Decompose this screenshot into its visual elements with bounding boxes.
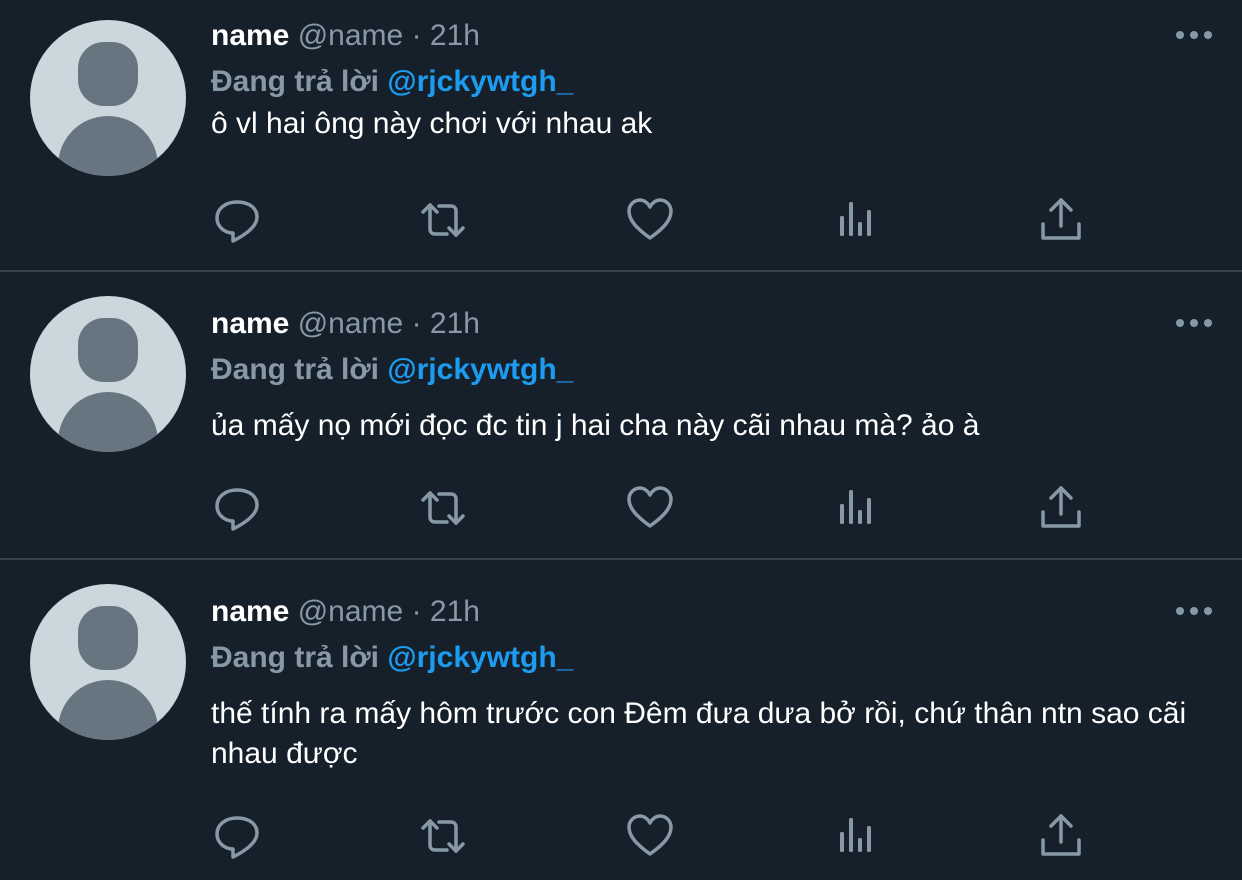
- separator-dot: ·: [411, 307, 422, 340]
- more-icon: [1176, 319, 1212, 327]
- avatar-head-shape: [78, 42, 138, 106]
- replying-to: Đang trả lời @rjckywtgh_: [211, 352, 573, 388]
- retweet-button[interactable]: [419, 484, 467, 532]
- tweet-header: name @name · 21h: [211, 594, 480, 630]
- avatar-head-shape: [78, 606, 138, 670]
- timestamp[interactable]: 21h: [430, 595, 480, 628]
- display-name[interactable]: name: [211, 307, 289, 340]
- handle[interactable]: @name: [298, 19, 404, 52]
- avatar[interactable]: [30, 584, 186, 740]
- more-icon: [1176, 31, 1212, 39]
- timestamp[interactable]: 21h: [430, 307, 480, 340]
- tweet-text: thế tính ra mấy hôm trước con Đêm đưa dư…: [211, 697, 1187, 770]
- views-button[interactable]: [832, 196, 880, 244]
- separator-dot: ·: [411, 19, 422, 52]
- share-button[interactable]: [1037, 812, 1085, 860]
- separator-dot: ·: [411, 595, 422, 628]
- avatar-body-shape: [58, 392, 158, 452]
- replying-to-label: Đang trả lời: [211, 65, 380, 98]
- avatar[interactable]: [30, 20, 186, 176]
- share-icon: [1041, 198, 1081, 240]
- reply-button[interactable]: [213, 196, 261, 244]
- tweet-feed: name @name · 21h Đang trả lời @rjckywtgh…: [0, 0, 1242, 880]
- tweet-header: name @name · 21h: [211, 306, 480, 342]
- avatar-body-shape: [58, 680, 158, 740]
- handle[interactable]: @name: [298, 595, 404, 628]
- retweet-icon: [421, 203, 465, 237]
- more-options-button[interactable]: [1174, 20, 1214, 50]
- replying-to-label: Đang trả lời: [211, 353, 380, 386]
- tweet-actions: [211, 196, 1091, 244]
- tweet-header: name @name · 21h: [211, 18, 480, 54]
- share-button[interactable]: [1037, 484, 1085, 532]
- views-button[interactable]: [832, 812, 880, 860]
- share-icon: [1041, 814, 1081, 856]
- reply-icon: [215, 200, 259, 243]
- replying-to: Đang trả lời @rjckywtgh_: [211, 640, 573, 676]
- reply-button[interactable]: [213, 812, 261, 860]
- views-icon: [840, 202, 871, 236]
- like-button[interactable]: [626, 812, 674, 860]
- avatar-body-shape: [58, 116, 158, 176]
- replying-to: Đang trả lời @rjckywtgh_: [211, 64, 573, 100]
- tweet[interactable]: name @name · 21h Đang trả lời @rjckywtgh…: [0, 576, 1242, 880]
- handle[interactable]: @name: [298, 307, 404, 340]
- reply-button[interactable]: [213, 484, 261, 532]
- views-button[interactable]: [832, 484, 880, 532]
- like-button[interactable]: [626, 484, 674, 532]
- replying-to-link[interactable]: @rjckywtgh_: [387, 353, 573, 386]
- replying-to-link[interactable]: @rjckywtgh_: [387, 641, 573, 674]
- more-options-button[interactable]: [1174, 308, 1214, 338]
- retweet-icon: [421, 491, 465, 525]
- display-name[interactable]: name: [211, 19, 289, 52]
- tweet-actions: [211, 484, 1091, 532]
- reply-icon: [215, 816, 259, 859]
- avatar-head-shape: [78, 318, 138, 382]
- views-icon: [840, 490, 871, 524]
- share-icon: [1041, 486, 1081, 528]
- retweet-button[interactable]: [419, 196, 467, 244]
- tweet-text: ô vl hai ông này chơi với nhau ak: [211, 107, 653, 140]
- like-icon: [627, 198, 673, 240]
- tweet-actions: [211, 812, 1091, 860]
- tweet[interactable]: name @name · 21h Đang trả lời @rjckywtgh…: [0, 288, 1242, 560]
- tweet[interactable]: name @name · 21h Đang trả lời @rjckywtgh…: [0, 0, 1242, 272]
- like-icon: [627, 486, 673, 528]
- replying-to-label: Đang trả lời: [211, 641, 380, 674]
- avatar[interactable]: [30, 296, 186, 452]
- like-button[interactable]: [626, 196, 674, 244]
- timestamp[interactable]: 21h: [430, 19, 480, 52]
- views-icon: [840, 818, 871, 852]
- retweet-icon: [421, 819, 465, 853]
- retweet-button[interactable]: [419, 812, 467, 860]
- like-icon: [627, 814, 673, 856]
- display-name[interactable]: name: [211, 595, 289, 628]
- replying-to-link[interactable]: @rjckywtgh_: [387, 65, 573, 98]
- reply-icon: [215, 488, 259, 531]
- share-button[interactable]: [1037, 196, 1085, 244]
- more-options-button[interactable]: [1174, 596, 1214, 626]
- tweet-text: ủa mấy nọ mới đọc đc tin j hai cha này c…: [211, 409, 980, 442]
- more-icon: [1176, 607, 1212, 615]
